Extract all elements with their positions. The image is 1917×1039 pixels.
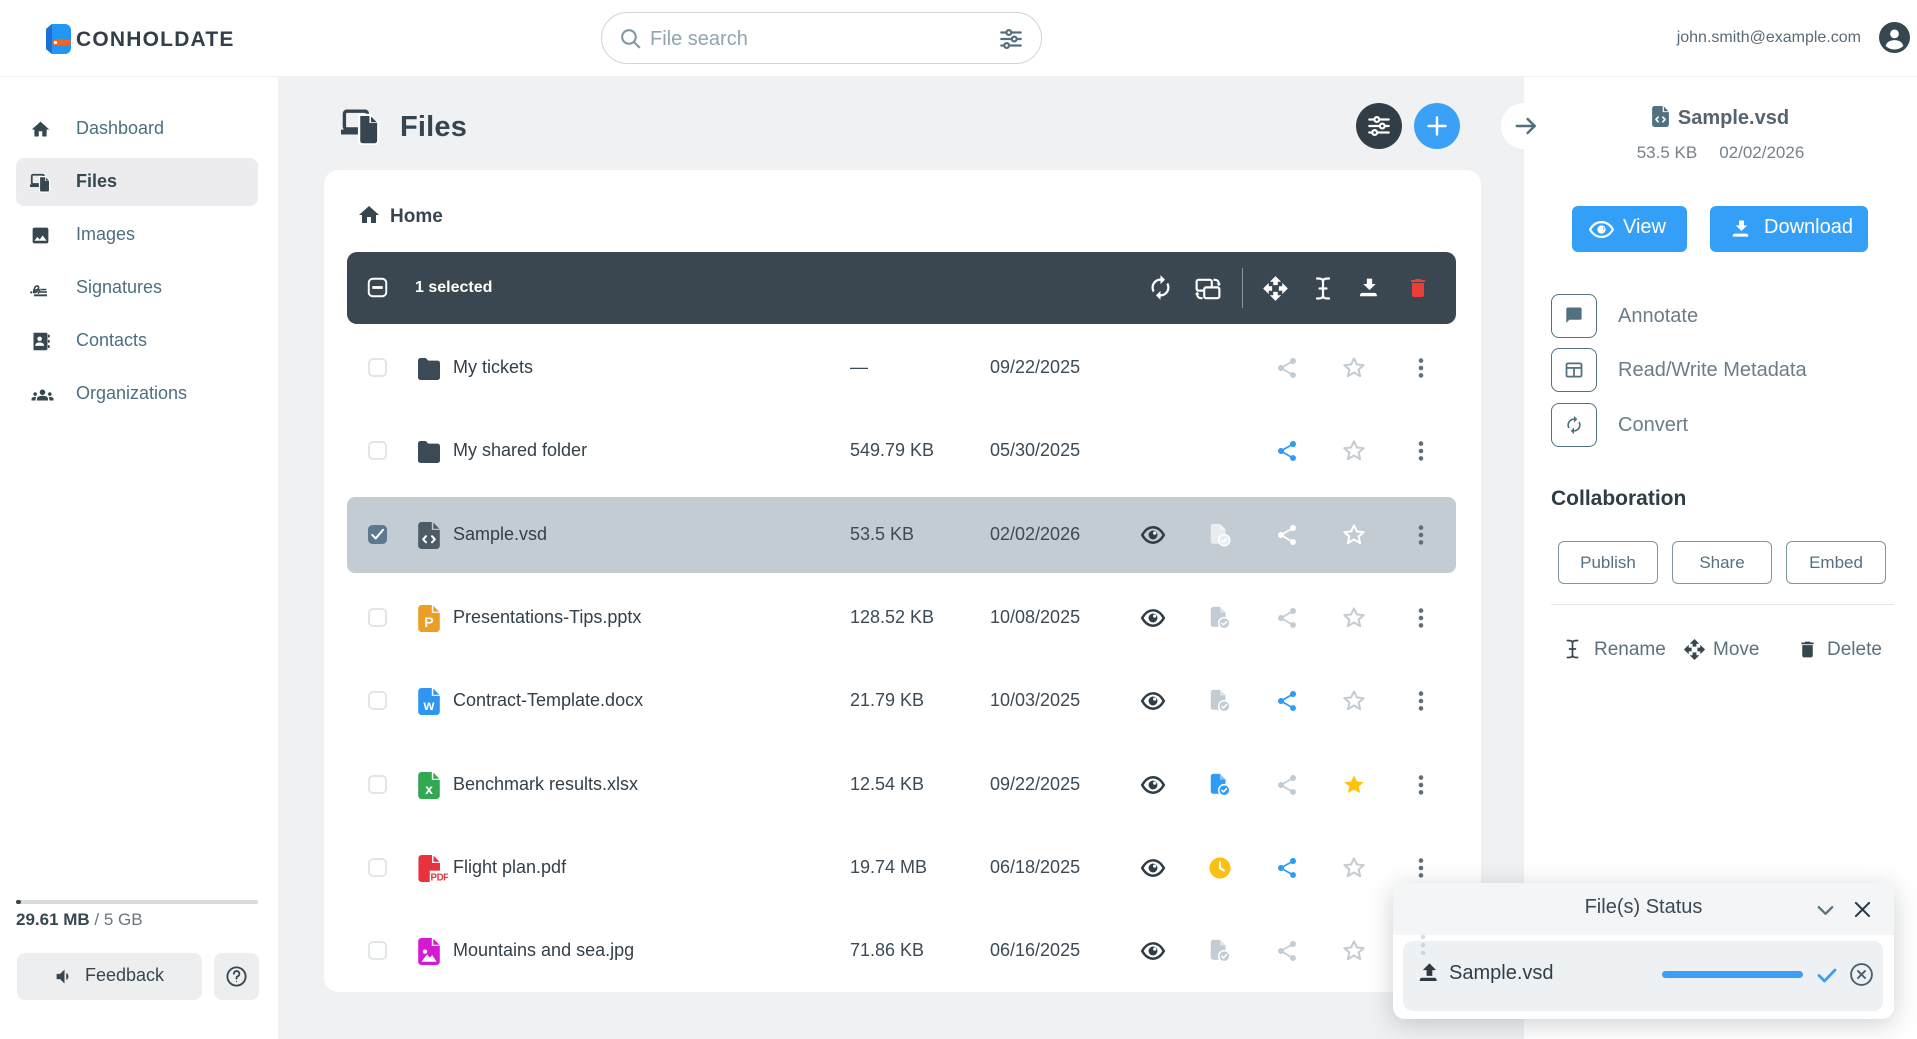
svg-text:P: P [424, 614, 433, 630]
svg-text:PDF: PDF [431, 873, 448, 882]
svg-text:w: w [423, 697, 435, 713]
svg-text:x: x [425, 781, 433, 797]
